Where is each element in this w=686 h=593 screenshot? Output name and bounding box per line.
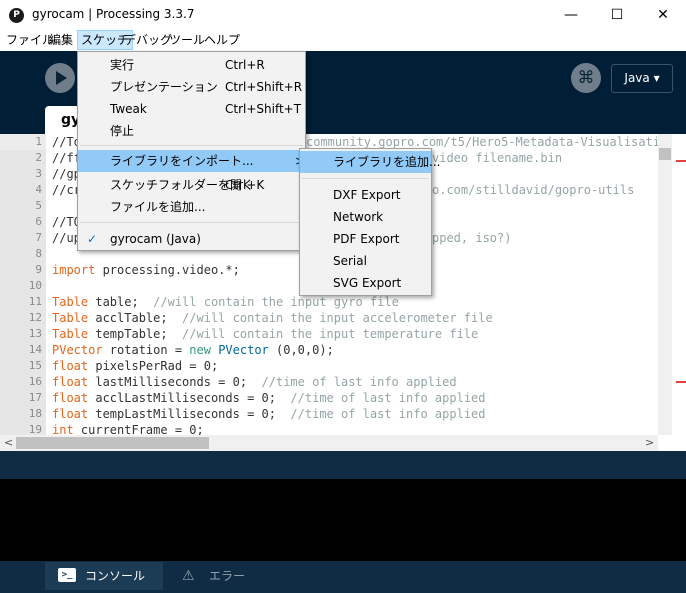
code-line-2-tail: video filename.bin — [432, 151, 563, 165]
menu-separator — [80, 145, 303, 146]
line-number: 12 — [28, 311, 42, 324]
menu-item-run[interactable]: 実行 Ctrl+R — [78, 54, 305, 76]
menu-item-present[interactable]: プレゼンテーション Ctrl+Shift+R — [78, 76, 305, 98]
errors-tab-label: エラー — [209, 569, 246, 583]
menu-item-add-file[interactable]: ファイルを追加... — [78, 196, 305, 218]
scroll-left-arrow-icon[interactable]: < — [4, 435, 13, 451]
code-line-17: float acclLastMilliseconds = 0; //time o… — [52, 391, 486, 405]
line-number: 14 — [28, 343, 42, 356]
play-icon — [56, 71, 67, 85]
horizontal-scroll-thumb[interactable] — [16, 437, 209, 449]
code-line-12: Table acclTable; //will contain the inpu… — [52, 311, 493, 325]
submenu-item-network[interactable]: Network — [300, 206, 431, 228]
menu-item-tweak[interactable]: Tweak Ctrl+Shift+T — [78, 98, 305, 120]
console-icon: >_ — [58, 568, 76, 582]
line-number: 15 — [28, 359, 42, 372]
code-line-7-tail: pped, iso?) — [432, 231, 512, 245]
sketch-menu: 実行 Ctrl+R プレゼンテーション Ctrl+Shift+R Tweak Ctrl… — [77, 51, 306, 251]
close-button[interactable]: ✕ — [640, 0, 686, 30]
code-line-13: Table tempTable; //will contain the inpu… — [52, 327, 479, 341]
line-number: 16 — [28, 375, 42, 388]
submenu-item-add-library[interactable]: ライブラリを追加... — [300, 151, 440, 173]
code-line-14: PVector rotation = new PVector (0,0,0); — [52, 343, 334, 357]
code-line-18: float tempLastMilliseconds = 0; //time o… — [52, 407, 486, 421]
debug-button[interactable]: ⌘ — [571, 63, 601, 93]
vertical-scrollbar[interactable] — [658, 134, 672, 435]
submenu-item-serial[interactable]: Serial — [300, 250, 431, 272]
processing-logo-icon: P — [9, 8, 24, 23]
submenu-item-pdf-export[interactable]: PDF Export — [300, 228, 431, 250]
errors-tab[interactable]: ⚠ エラー — [172, 562, 268, 590]
menu-item-show-sketch-folder[interactable]: スケッチフォルダーを開く Ctrl+K — [78, 174, 305, 196]
line-number: 19 — [28, 423, 42, 435]
console-output — [0, 479, 686, 561]
line-number: 1 — [35, 135, 42, 148]
line-number: 10 — [28, 279, 42, 292]
minimize-button[interactable]: — — [548, 0, 594, 30]
menu-item-sketch-mode[interactable]: ✓ gyrocam (Java) — [78, 228, 305, 250]
menu-item-stop[interactable]: 停止 — [78, 120, 305, 142]
warning-icon: ⚠ — [182, 568, 195, 584]
error-marker-column — [672, 134, 686, 435]
menu-separator — [80, 222, 303, 223]
code-line-9: import processing.video.*; — [52, 263, 240, 277]
line-number: 18 — [28, 407, 42, 420]
message-area — [0, 451, 686, 479]
code-line-16: float lastMilliseconds = 0; //time of la… — [52, 375, 457, 389]
scroll-right-arrow-icon[interactable]: > — [645, 435, 654, 451]
line-number: 5 — [35, 199, 42, 212]
line-number: 9 — [35, 263, 42, 276]
mode-selector[interactable]: Java ▾ — [611, 64, 673, 93]
checkmark-icon: ✓ — [87, 232, 98, 246]
line-number: 8 — [35, 247, 42, 260]
menu-edit[interactable]: 編集 — [46, 30, 76, 50]
line-number: 6 — [35, 215, 42, 228]
line-number: 11 — [28, 295, 42, 308]
vertical-scroll-thumb[interactable] — [659, 148, 671, 160]
line-number: 13 — [28, 327, 42, 340]
menu-item-import-library[interactable]: ライブラリをインポート... > — [78, 150, 305, 172]
code-line-4-tail: o.com/stilldavid/gopro-utils — [432, 183, 635, 197]
line-number: 17 — [28, 391, 42, 404]
code-line-19: int currentFrame = 0; — [52, 423, 204, 435]
submenu-item-dxf-export[interactable]: DXF Export — [300, 184, 431, 206]
import-library-submenu: ライブラリを追加... DXF Export Network PDF Expor… — [299, 148, 440, 296]
submenu-item-svg-export[interactable]: SVG Export — [300, 272, 431, 294]
menu-help[interactable]: ヘルプ — [201, 30, 243, 50]
console-tab[interactable]: >_ コンソール — [45, 562, 163, 590]
menu-separator — [302, 178, 429, 179]
window-title: gyrocam | Processing 3.3.7 — [32, 7, 195, 21]
line-number: 2 — [35, 151, 42, 164]
code-line-11: Table table; //will contain the input gy… — [52, 295, 399, 309]
maximize-button[interactable]: ☐ — [594, 0, 640, 30]
line-number: 7 — [35, 231, 42, 244]
code-line-15: float pixelsPerRad = 0; — [52, 359, 219, 373]
line-number: 4 — [35, 183, 42, 196]
line-number: 3 — [35, 167, 42, 180]
console-tab-label: コンソール — [85, 569, 146, 583]
error-marker[interactable] — [676, 160, 686, 162]
error-marker[interactable] — [676, 381, 686, 383]
